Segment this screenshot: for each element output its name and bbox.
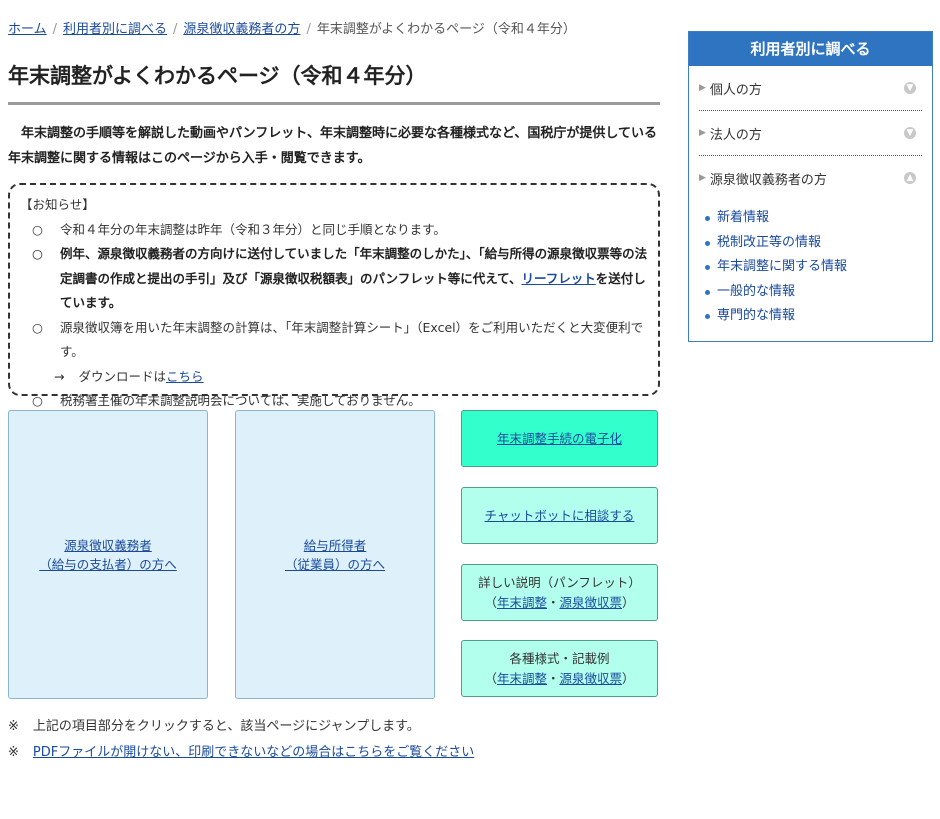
sidebar: 利用者別に調べる ▶ 個人の方 ▼ ▶ 法人の方 ▼ ▶ 源泉徴収義務者の方 ▲… xyxy=(688,31,933,342)
notice-item: ○ 源泉徴収簿を用いた年末調整の計算は、「年末調整計算シート」（Excel）をご利… xyxy=(20,316,648,365)
breadcrumb: ホーム / 利用者別に調べる / 源泉徴収義務者の方 / 年末調整がよくわかるページ（令和４… xyxy=(8,18,660,38)
sidebar-subitem-label[interactable]: 一般的な情報 xyxy=(717,284,795,299)
sidebar-subitem[interactable]: 一般的な情報 xyxy=(705,280,922,305)
note-mark: ※ xyxy=(8,719,19,734)
separator-dot: ・ xyxy=(546,594,560,610)
forms-title: 各種様式・記載例 xyxy=(509,650,610,666)
sidebar-subitem-label[interactable]: 専門的な情報 xyxy=(717,308,795,323)
sidebar-sublist: 新着情報 税制改正等の情報 年末調整に関する情報 一般的な情報 専門的な情報 xyxy=(699,206,922,329)
notice-header: 【お知らせ】 xyxy=(20,197,95,212)
employee-tile[interactable]: 給与所得者 （従業員）の方へ xyxy=(235,410,435,699)
breadcrumb-separator: / xyxy=(306,22,311,37)
sidebar-subitem[interactable]: 税制改正等の情報 xyxy=(705,231,922,256)
sidebar-subitem-label[interactable]: 年末調整に関する情報 xyxy=(717,259,847,274)
notice-item-text: 令和４年分の年末調整は昨年（令和３年分）と同じ手順となります。 xyxy=(60,221,446,237)
chatbot-link[interactable]: チャットボットに相談する xyxy=(485,506,635,526)
pamphlet-year-end-link[interactable]: 年末調整 xyxy=(497,595,547,610)
sidebar-item-label[interactable]: 源泉徴収義務者の方 xyxy=(710,169,827,188)
sidebar-item-withholding[interactable]: ▶ 源泉徴収義務者の方 ▲ xyxy=(699,156,922,200)
separator-dot: ・ xyxy=(546,670,560,686)
breadcrumb-separator: / xyxy=(173,22,178,37)
circle-down-icon[interactable]: ▼ xyxy=(904,127,916,139)
paren: ） xyxy=(622,670,635,686)
intro-text: 年末調整の手順等を解説した動画やパンフレット、年末調整時に必要な各種様式など、国… xyxy=(8,126,657,166)
note-mark: ※ xyxy=(8,745,19,760)
triangle-right-icon: ▶ xyxy=(699,128,706,138)
sidebar-subitem[interactable]: 専門的な情報 xyxy=(705,304,922,329)
payer-link-line2[interactable]: （給与の支払者）の方へ xyxy=(39,557,177,572)
navigation-tiles: 源泉徴収義務者 （給与の支払者）の方へ 給与所得者 （従業員）の方へ 年末調整手… xyxy=(8,410,660,700)
sidebar-subitem-label[interactable]: 税制改正等の情報 xyxy=(717,235,821,250)
footnote: ※ 上記の項目部分をクリックすると、該当ページにジャンプします。 xyxy=(8,714,660,740)
paren: （ xyxy=(484,670,497,686)
download-text: ダウンロードは xyxy=(78,368,166,384)
sidebar-item-corporation[interactable]: ▶ 法人の方 ▼ xyxy=(699,111,922,156)
breadcrumb-by-user-link[interactable]: 利用者別に調べる xyxy=(63,22,167,37)
footnote-text: 上記の項目部分をクリックすると、該当ページにジャンプします。 xyxy=(32,719,420,734)
main-content: ホーム / 利用者別に調べる / 源泉徴収義務者の方 / 年末調整がよくわかるページ（令和４… xyxy=(8,18,660,766)
sidebar-item-individual[interactable]: ▶ 個人の方 ▼ xyxy=(699,66,922,111)
notice-item: ○ 令和４年分の年末調整は昨年（令和３年分）と同じ手順となります。 xyxy=(20,218,648,243)
payer-link[interactable]: 源泉徴収義務者 （給与の支払者）の方へ xyxy=(39,536,177,574)
circle-down-icon[interactable]: ▼ xyxy=(904,82,916,94)
sidebar-title: 利用者別に調べる xyxy=(689,32,932,66)
pamphlet-tile: 詳しい説明（パンフレット） （年末調整・源泉徴収票） xyxy=(461,564,658,621)
pdf-help-link[interactable]: PDFファイルが開けない、印刷できないなどの場合はこちらをご覧ください xyxy=(33,745,474,760)
sidebar-item-label[interactable]: 法人の方 xyxy=(710,124,762,143)
page-title: 年末調整がよくわかるページ（令和４年分） xyxy=(8,64,427,88)
employee-link-line2[interactable]: （従業員）の方へ xyxy=(285,557,385,572)
footnote: ※ PDFファイルが開けない、印刷できないなどの場合はこちらをご覧ください xyxy=(8,740,660,766)
breadcrumb-home-link[interactable]: ホーム xyxy=(8,22,47,37)
pamphlet-withholding-slip-link[interactable]: 源泉徴収票 xyxy=(560,595,623,610)
triangle-right-icon: ▶ xyxy=(699,173,706,183)
download-line: → ダウンロードはこちら xyxy=(20,365,648,390)
pamphlet-title: 詳しい説明（パンフレット） xyxy=(478,574,641,590)
employee-link-line1[interactable]: 給与所得者 xyxy=(304,538,367,553)
notice-item-text: 源泉徴収簿を用いた年末調整の計算は、「年末調整計算シート」（Excel）をご利用… xyxy=(60,319,644,360)
digitization-link[interactable]: 年末調整手続の電子化 xyxy=(497,429,622,449)
chatbot-tile[interactable]: チャットボットに相談する xyxy=(461,487,658,544)
digitization-tile[interactable]: 年末調整手続の電子化 xyxy=(461,410,658,467)
breadcrumb-withholding-link[interactable]: 源泉徴収義務者の方 xyxy=(183,22,300,37)
employee-link[interactable]: 給与所得者 （従業員）の方へ xyxy=(285,536,385,574)
circle-up-icon[interactable]: ▲ xyxy=(904,172,916,184)
arrow-icon: → xyxy=(54,368,65,384)
download-link[interactable]: こちら xyxy=(166,369,204,384)
sidebar-list: ▶ 個人の方 ▼ ▶ 法人の方 ▼ ▶ 源泉徴収義務者の方 ▲ 新着情報 税制改… xyxy=(689,66,932,329)
sidebar-subitem-label[interactable]: 新着情報 xyxy=(717,210,769,225)
payer-tile[interactable]: 源泉徴収義務者 （給与の支払者）の方へ xyxy=(8,410,208,699)
paren: （ xyxy=(484,594,497,610)
sidebar-subitem[interactable]: 年末調整に関する情報 xyxy=(705,255,922,280)
sidebar-item-label[interactable]: 個人の方 xyxy=(710,79,762,98)
notice-item: ○ 例年、源泉徴収義務者の方向けに送付していました「年末調整のしかた」、「給与所得… xyxy=(20,242,648,316)
notice-box: 【お知らせ】 ○ 令和４年分の年末調整は昨年（令和３年分）と同じ手順となります。 … xyxy=(8,183,660,408)
leaflet-link[interactable]: リーフレット xyxy=(522,271,596,286)
title-divider xyxy=(8,102,660,105)
forms-withholding-slip-link[interactable]: 源泉徴収票 xyxy=(560,671,623,686)
triangle-right-icon: ▶ xyxy=(699,83,706,93)
notice-item-text: 税務署主催の年末調整説明会については、実施しておりません。 xyxy=(60,393,421,408)
circle-bullet: ○ xyxy=(32,221,43,237)
footnotes: ※ 上記の項目部分をクリックすると、該当ページにジャンプします。 ※ PDFファイル… xyxy=(8,714,660,766)
breadcrumb-current: 年末調整がよくわかるページ（令和４年分） xyxy=(316,22,576,37)
breadcrumb-separator: / xyxy=(52,22,58,37)
payer-link-line1[interactable]: 源泉徴収義務者 xyxy=(64,538,152,553)
sidebar-subitem[interactable]: 新着情報 xyxy=(705,206,922,231)
circle-bullet: ○ xyxy=(32,246,43,261)
paren: ） xyxy=(622,594,635,610)
circle-bullet: ○ xyxy=(32,319,43,335)
forms-tile: 各種様式・記載例 （年末調整・源泉徴収票） xyxy=(461,640,658,697)
forms-year-end-link[interactable]: 年末調整 xyxy=(497,671,547,686)
